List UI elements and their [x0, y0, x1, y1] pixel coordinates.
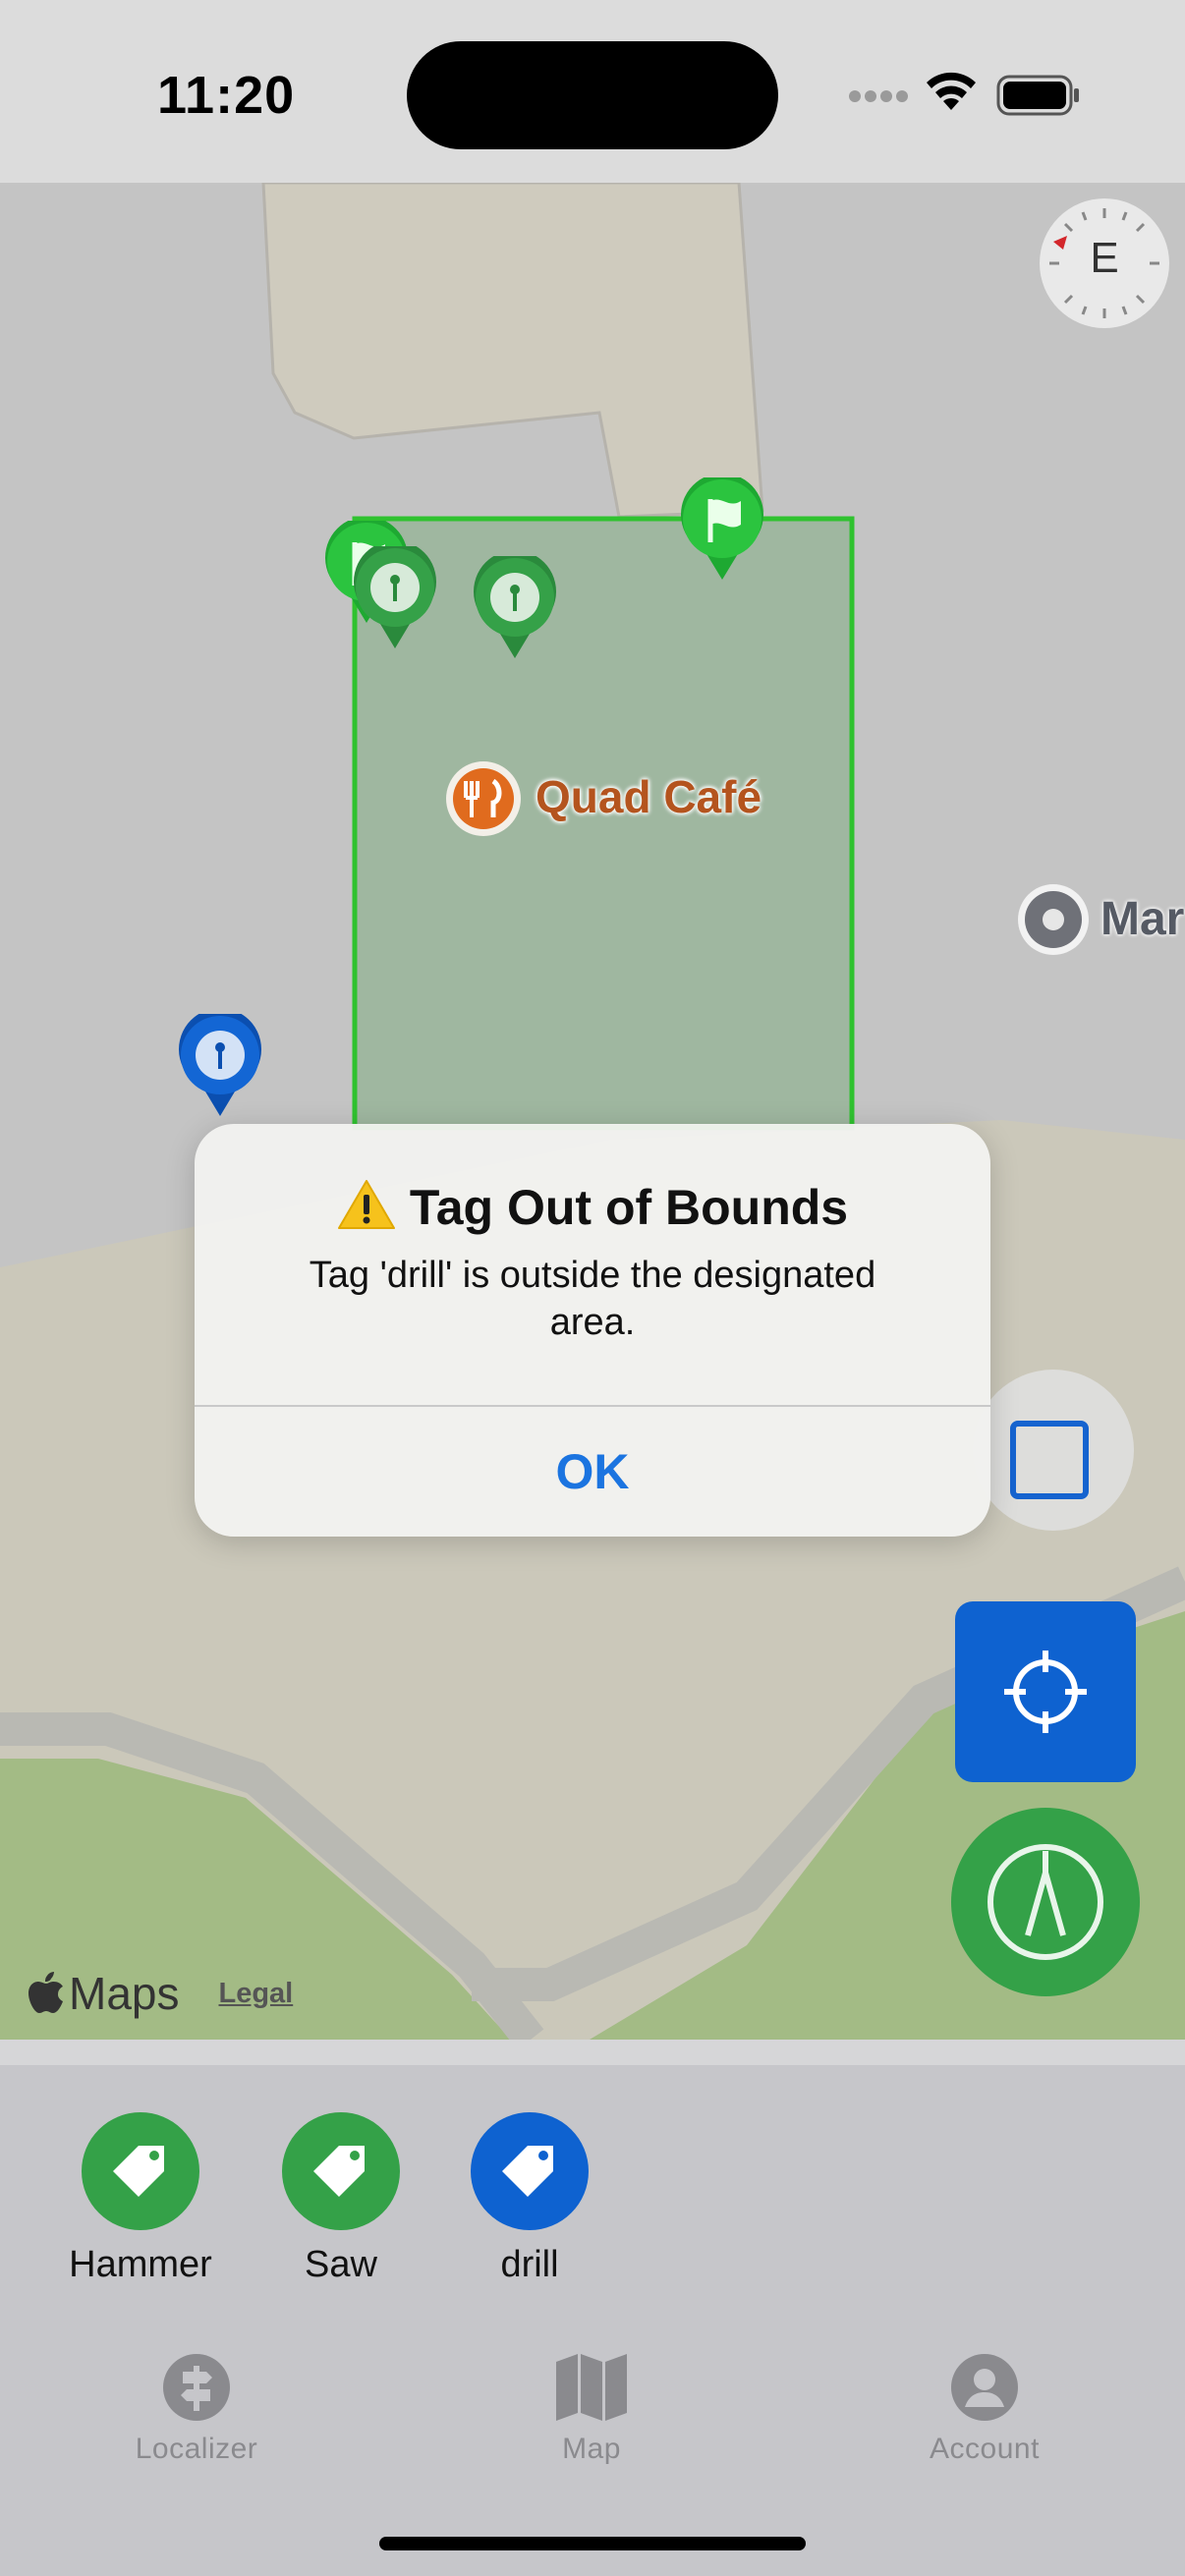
recenter-button[interactable] [955, 1601, 1136, 1782]
poi-label-secondary[interactable]: Mar [1100, 892, 1184, 946]
crosshair-icon [1004, 1651, 1087, 1733]
alert-title: Tag Out of Bounds [409, 1180, 849, 1235]
signpost-icon [98, 2348, 295, 2427]
warning-icon [337, 1179, 396, 1242]
battery-icon [996, 75, 1081, 121]
panel-divider [0, 2040, 1185, 2065]
maps-attribution: Maps Legal [28, 1967, 293, 2020]
tab-label: Localizer [135, 2433, 258, 2465]
navigation-button[interactable] [951, 1808, 1140, 1996]
alert-ok-button[interactable]: OK [195, 1407, 990, 1537]
alert-title-row: Tag Out of Bounds [195, 1179, 990, 1242]
person-icon [886, 2348, 1083, 2427]
tag-icon [471, 2112, 589, 2230]
maps-attribution-text: Maps [69, 1968, 180, 2019]
tag-icon [82, 2112, 199, 2230]
tag-pin-icon[interactable] [352, 546, 438, 652]
square-icon [1010, 1421, 1089, 1499]
poi-label[interactable]: Quad Café [536, 770, 762, 823]
tag-item-drill[interactable]: drill [451, 2112, 608, 2286]
home-indicator[interactable] [379, 2537, 806, 2550]
tag-pin-icon[interactable] [472, 556, 558, 662]
tab-label: Account [930, 2433, 1040, 2465]
tag-name: Hammer [69, 2244, 212, 2285]
alert-message: Tag 'drill' is outside the designated ar… [309, 1255, 876, 1343]
legal-link[interactable]: Legal [218, 1978, 293, 2010]
flag-pin-icon[interactable] [678, 477, 766, 586]
tab-map[interactable]: Map [493, 2348, 690, 2466]
dynamic-island [407, 41, 778, 149]
navigation-arrow-icon [988, 1844, 1103, 1960]
map-icon [493, 2348, 690, 2427]
out-of-bounds-alert: Tag Out of Bounds Tag 'drill' is outside… [195, 1124, 990, 1537]
tab-localizer[interactable]: Localizer [98, 2348, 295, 2466]
draw-area-button[interactable] [973, 1370, 1134, 1531]
tag-item-hammer[interactable]: Hammer [62, 2112, 219, 2286]
status-time: 11:20 [157, 66, 296, 125]
wifi-icon [924, 69, 979, 117]
apple-logo-icon [28, 1972, 63, 2013]
cellular-signal-icon [849, 88, 908, 109]
tag-name: Saw [305, 2244, 377, 2285]
tag-name: drill [500, 2244, 559, 2285]
compass-heading: E [1090, 234, 1119, 282]
tag-item-saw[interactable]: Saw [262, 2112, 420, 2286]
tag-icon [282, 2112, 400, 2230]
tag-pin-icon[interactable] [177, 1014, 263, 1120]
tab-label: Map [562, 2433, 621, 2465]
tab-account[interactable]: Account [886, 2348, 1083, 2466]
